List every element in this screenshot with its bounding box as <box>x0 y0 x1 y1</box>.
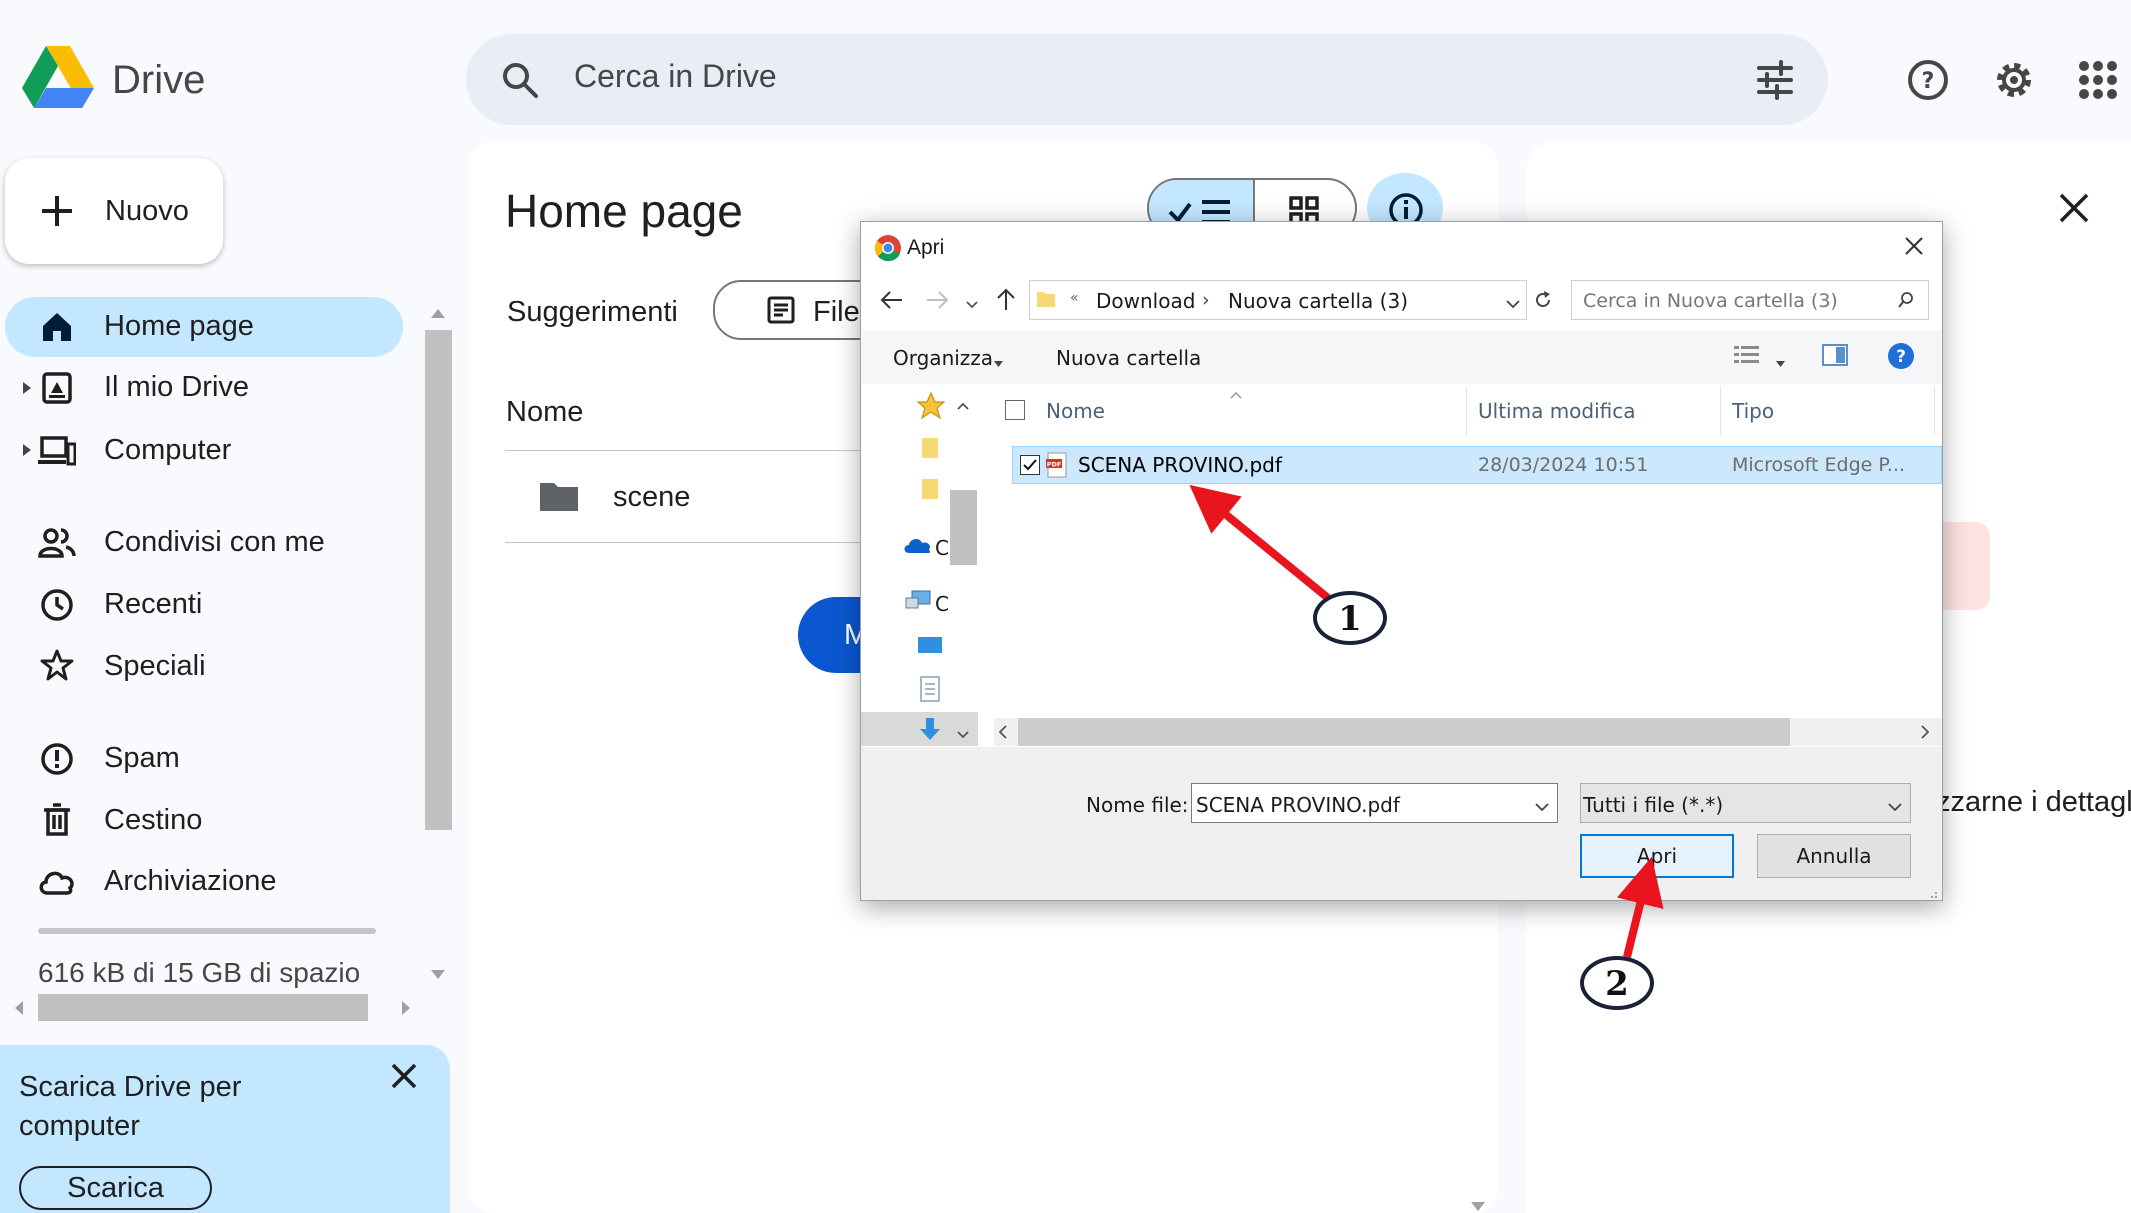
arrow-to-file <box>1189 484 1331 602</box>
annotation-arrows <box>1189 484 1664 958</box>
annotation-step-2-label: 2 <box>1605 964 1629 1004</box>
annotation-step-1: 1 <box>1313 591 1387 645</box>
annotation-step-2: 2 <box>1580 956 1654 1010</box>
annotation-step-1-label: 1 <box>1338 599 1362 639</box>
arrow-to-open-button <box>1616 856 1664 958</box>
